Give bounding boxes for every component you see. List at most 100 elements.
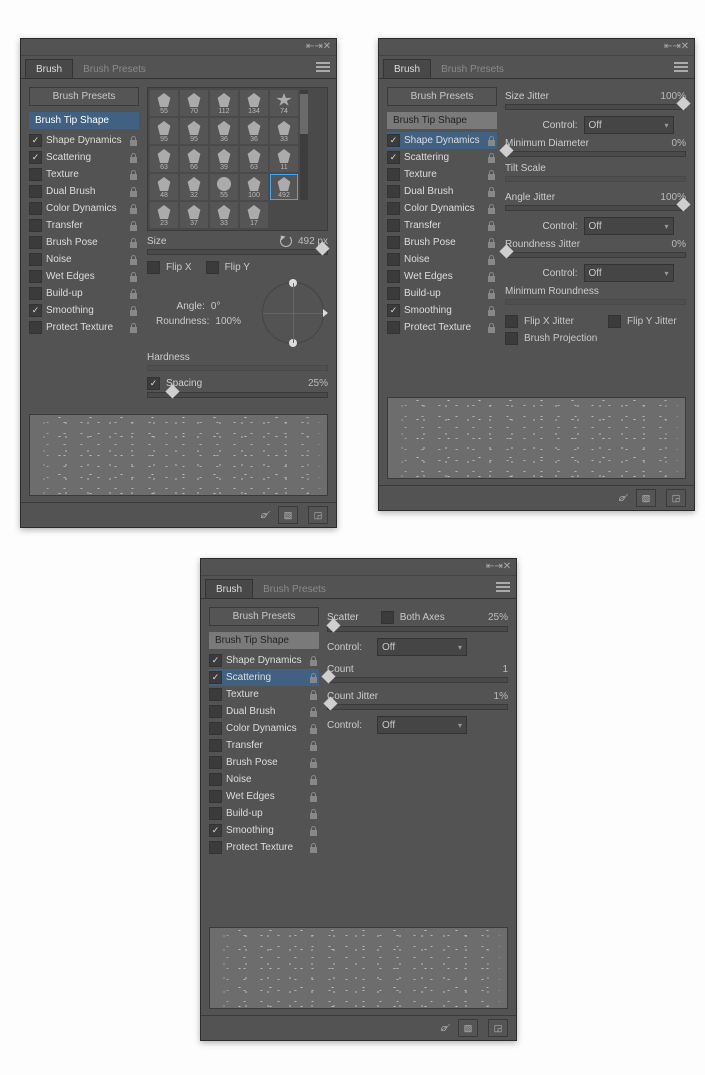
option-checkbox[interactable] bbox=[209, 807, 222, 820]
option-checkbox[interactable] bbox=[29, 202, 42, 215]
sidebar-item-build-up[interactable]: Build-up bbox=[29, 285, 139, 302]
lock-icon[interactable] bbox=[128, 135, 139, 147]
brush-presets-button[interactable]: Brush Presets bbox=[209, 607, 319, 626]
brush-tip-shape-item[interactable]: Brush Tip Shape bbox=[209, 632, 319, 649]
lock-icon[interactable] bbox=[308, 689, 319, 701]
sidebar-item-scattering[interactable]: Scattering bbox=[387, 149, 497, 166]
lock-icon[interactable] bbox=[308, 808, 319, 820]
lock-icon[interactable] bbox=[486, 237, 497, 249]
brush-thumbnail[interactable]: 48 bbox=[150, 174, 178, 200]
lock-icon[interactable] bbox=[486, 220, 497, 232]
sidebar-item-brush-pose[interactable]: Brush Pose bbox=[387, 234, 497, 251]
sidebar-item-shape-dynamics[interactable]: Shape Dynamics bbox=[29, 132, 139, 149]
panel-menu-icon[interactable] bbox=[316, 60, 330, 72]
sidebar-item-scattering[interactable]: Scattering bbox=[209, 669, 319, 686]
sidebar-item-protect-texture[interactable]: Protect Texture bbox=[29, 319, 139, 336]
sidebar-item-texture[interactable]: Texture bbox=[29, 166, 139, 183]
snapshot-brush-icon[interactable]: ◲ bbox=[488, 1019, 508, 1037]
sidebar-item-dual-brush[interactable]: Dual Brush bbox=[29, 183, 139, 200]
option-checkbox[interactable] bbox=[29, 321, 42, 334]
option-checkbox[interactable] bbox=[209, 671, 222, 684]
lock-icon[interactable] bbox=[308, 825, 319, 837]
option-checkbox[interactable] bbox=[387, 168, 400, 181]
new-brush-icon[interactable]: ▧ bbox=[458, 1019, 478, 1037]
sidebar-item-noise[interactable]: Noise bbox=[387, 251, 497, 268]
option-checkbox[interactable] bbox=[387, 236, 400, 249]
lock-icon[interactable] bbox=[128, 203, 139, 215]
brush-thumbnail[interactable]: 36 bbox=[210, 118, 238, 144]
lock-icon[interactable] bbox=[308, 655, 319, 667]
sidebar-item-build-up[interactable]: Build-up bbox=[209, 805, 319, 822]
sidebar-item-color-dynamics[interactable]: Color Dynamics bbox=[209, 720, 319, 737]
lock-icon[interactable] bbox=[308, 672, 319, 684]
brush-thumbnail[interactable]: 33 bbox=[210, 202, 238, 228]
toggle-preview-icon[interactable]: ⌀⁄ bbox=[440, 1023, 448, 1034]
lock-icon[interactable] bbox=[308, 774, 319, 786]
brush-thumbnail[interactable]: 95 bbox=[180, 118, 208, 144]
spacing-slider[interactable] bbox=[147, 392, 328, 398]
option-checkbox[interactable] bbox=[387, 304, 400, 317]
lock-icon[interactable] bbox=[308, 740, 319, 752]
sidebar-item-texture[interactable]: Texture bbox=[209, 686, 319, 703]
sidebar-item-color-dynamics[interactable]: Color Dynamics bbox=[29, 200, 139, 217]
sidebar-item-smoothing[interactable]: Smoothing bbox=[387, 302, 497, 319]
tab-brush[interactable]: Brush bbox=[383, 59, 431, 78]
brush-thumbnail[interactable]: 63 bbox=[150, 146, 178, 172]
sidebar-item-smoothing[interactable]: Smoothing bbox=[29, 302, 139, 319]
close-icon[interactable]: ✕ bbox=[322, 42, 332, 52]
option-checkbox[interactable] bbox=[29, 304, 42, 317]
sidebar-item-texture[interactable]: Texture bbox=[387, 166, 497, 183]
lock-icon[interactable] bbox=[128, 254, 139, 266]
brush-presets-button[interactable]: Brush Presets bbox=[29, 87, 139, 106]
option-checkbox[interactable] bbox=[209, 756, 222, 769]
brush-grid-scrollbar[interactable] bbox=[300, 90, 308, 200]
brush-thumbnail[interactable]: 33 bbox=[270, 118, 298, 144]
brush-thumbnail[interactable]: 11 bbox=[270, 146, 298, 172]
flip-x-checkbox[interactable] bbox=[147, 261, 160, 274]
brush-thumbnail[interactable]: 55 bbox=[150, 90, 178, 116]
lock-icon[interactable] bbox=[128, 271, 139, 283]
sidebar-item-transfer[interactable]: Transfer bbox=[209, 737, 319, 754]
option-checkbox[interactable] bbox=[209, 790, 222, 803]
sidebar-item-protect-texture[interactable]: Protect Texture bbox=[209, 839, 319, 856]
lock-icon[interactable] bbox=[308, 842, 319, 854]
count-jitter-slider[interactable] bbox=[327, 704, 508, 710]
brush-presets-button[interactable]: Brush Presets bbox=[387, 87, 497, 106]
brush-thumbnail[interactable]: 55 bbox=[210, 174, 238, 200]
both-axes-checkbox[interactable] bbox=[381, 611, 394, 624]
option-checkbox[interactable] bbox=[209, 705, 222, 718]
option-checkbox[interactable] bbox=[29, 151, 42, 164]
panel-menu-icon[interactable] bbox=[674, 60, 688, 72]
sidebar-item-scattering[interactable]: Scattering bbox=[29, 149, 139, 166]
flip-x-jitter-checkbox[interactable] bbox=[505, 315, 518, 328]
lock-icon[interactable] bbox=[128, 288, 139, 300]
angle-direction-widget[interactable] bbox=[262, 282, 324, 344]
count-jitter-value[interactable]: 1 bbox=[478, 691, 508, 702]
brush-thumbnail[interactable]: 74 bbox=[270, 90, 298, 116]
brush-thumbnail[interactable]: 63 bbox=[240, 146, 268, 172]
lock-icon[interactable] bbox=[308, 723, 319, 735]
option-checkbox[interactable] bbox=[209, 841, 222, 854]
sidebar-item-wet-edges[interactable]: Wet Edges bbox=[387, 268, 497, 285]
option-checkbox[interactable] bbox=[209, 688, 222, 701]
sidebar-item-protect-texture[interactable]: Protect Texture bbox=[387, 319, 497, 336]
option-checkbox[interactable] bbox=[387, 134, 400, 147]
sidebar-item-transfer[interactable]: Transfer bbox=[29, 217, 139, 234]
brush-thumbnail[interactable]: 112 bbox=[210, 90, 238, 116]
brush-thumbnail[interactable]: 95 bbox=[150, 118, 178, 144]
collapse-icon[interactable]: ⇤⇥ bbox=[486, 562, 496, 572]
lock-icon[interactable] bbox=[128, 220, 139, 232]
sidebar-item-build-up[interactable]: Build-up bbox=[387, 285, 497, 302]
angle-jitter-control-dropdown[interactable]: Off▾ bbox=[584, 217, 674, 235]
option-checkbox[interactable] bbox=[209, 654, 222, 667]
lock-icon[interactable] bbox=[486, 322, 497, 334]
tab-brush-presets[interactable]: Brush Presets bbox=[253, 580, 336, 598]
option-checkbox[interactable] bbox=[387, 287, 400, 300]
lock-icon[interactable] bbox=[486, 135, 497, 147]
flip-y-jitter-checkbox[interactable] bbox=[608, 315, 621, 328]
toggle-preview-icon[interactable]: ⌀⁄ bbox=[260, 510, 268, 521]
tab-brush[interactable]: Brush bbox=[205, 579, 253, 598]
angle-value[interactable]: 0° bbox=[211, 301, 221, 312]
sidebar-item-transfer[interactable]: Transfer bbox=[387, 217, 497, 234]
snapshot-brush-icon[interactable]: ◲ bbox=[666, 489, 686, 507]
